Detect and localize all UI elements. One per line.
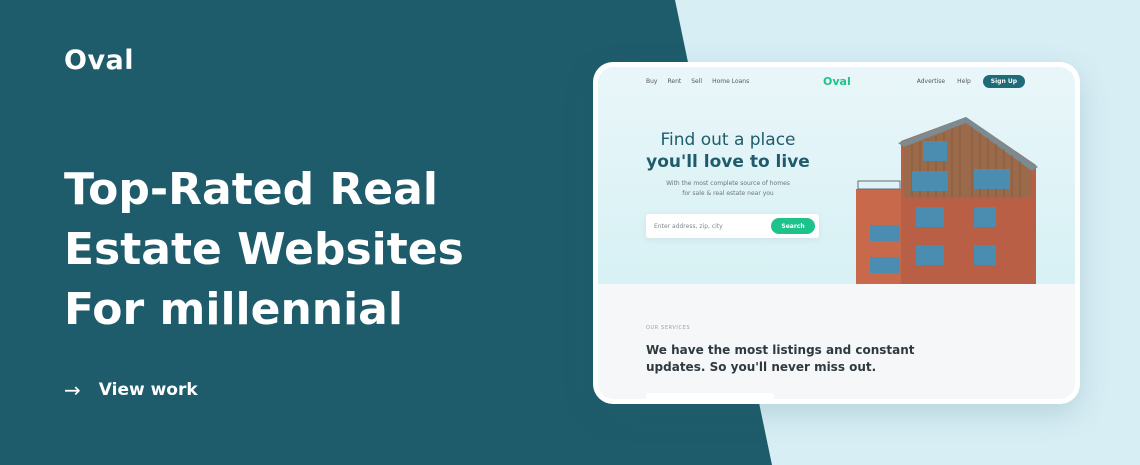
mockup-search-bar: Search	[646, 214, 819, 238]
mockup-signup-button[interactable]: Sign Up	[982, 75, 1025, 88]
mockup-nav-sell[interactable]: Sell	[691, 78, 702, 85]
view-work-link[interactable]: → View work	[64, 378, 198, 402]
headline-line-3: For millennial	[64, 284, 403, 335]
building-window	[974, 245, 996, 265]
building-window	[870, 257, 900, 273]
mockup-nav-rent[interactable]: Rent	[667, 78, 681, 85]
headline-line-1: Top-Rated Real	[64, 164, 438, 215]
mockup-hero-subtitle-line-1: With the most complete source of homes	[666, 180, 790, 187]
mockup-screen: Buy Rent Sell Home Loans Oval Advertise …	[598, 67, 1075, 399]
page-headline: Top-Rated Real Estate Websites For mille…	[64, 160, 564, 340]
building-window	[923, 141, 947, 161]
mockup-search-input[interactable]	[654, 218, 764, 234]
mockup-services-heading: We have the most listings and constant u…	[646, 342, 946, 376]
mockup-nav-advertise[interactable]: Advertise	[917, 78, 945, 85]
building-window	[916, 245, 944, 265]
mockup-hero-title-line-2: you'll love to live	[646, 152, 810, 172]
building-balcony-top	[857, 180, 901, 190]
building-window	[974, 169, 1010, 189]
mockup-hero-subtitle: With the most complete source of homes f…	[648, 179, 808, 199]
mockup-nav-home-loans[interactable]: Home Loans	[712, 78, 749, 85]
mockup-hero: Buy Rent Sell Home Loans Oval Advertise …	[598, 67, 1075, 284]
device-mockup: Buy Rent Sell Home Loans Oval Advertise …	[593, 62, 1080, 404]
view-work-label: View work	[98, 380, 198, 400]
mockup-logo[interactable]: Oval	[823, 75, 851, 88]
headline-line-2: Estate Websites	[64, 224, 464, 275]
building-window	[916, 207, 944, 227]
mockup-nav-right: Advertise Help Sign Up	[917, 75, 1025, 88]
arrow-right-icon: →	[64, 378, 81, 402]
mockup-service-card	[646, 393, 774, 399]
mockup-services-heading-line-1: We have the most listings and constant	[646, 343, 915, 357]
brand-logo: Oval	[64, 45, 135, 76]
mockup-services-heading-line-2: updates. So you'll never miss out.	[646, 360, 877, 374]
building-window	[912, 171, 948, 191]
mockup-nav-left: Buy Rent Sell Home Loans	[646, 78, 749, 85]
mockup-nav-help[interactable]: Help	[957, 78, 971, 85]
building-window	[870, 225, 900, 241]
mockup-nav-buy[interactable]: Buy	[646, 78, 657, 85]
mockup-hero-subtitle-line-2: for sale & real estate near you	[682, 190, 774, 197]
building-illustration	[856, 117, 1038, 284]
mockup-search-button[interactable]: Search	[771, 218, 815, 234]
mockup-services-eyebrow: OUR SERVICES	[646, 325, 691, 331]
building-window	[974, 207, 996, 227]
mockup-hero-title-line-1: Find out a place	[660, 130, 796, 150]
